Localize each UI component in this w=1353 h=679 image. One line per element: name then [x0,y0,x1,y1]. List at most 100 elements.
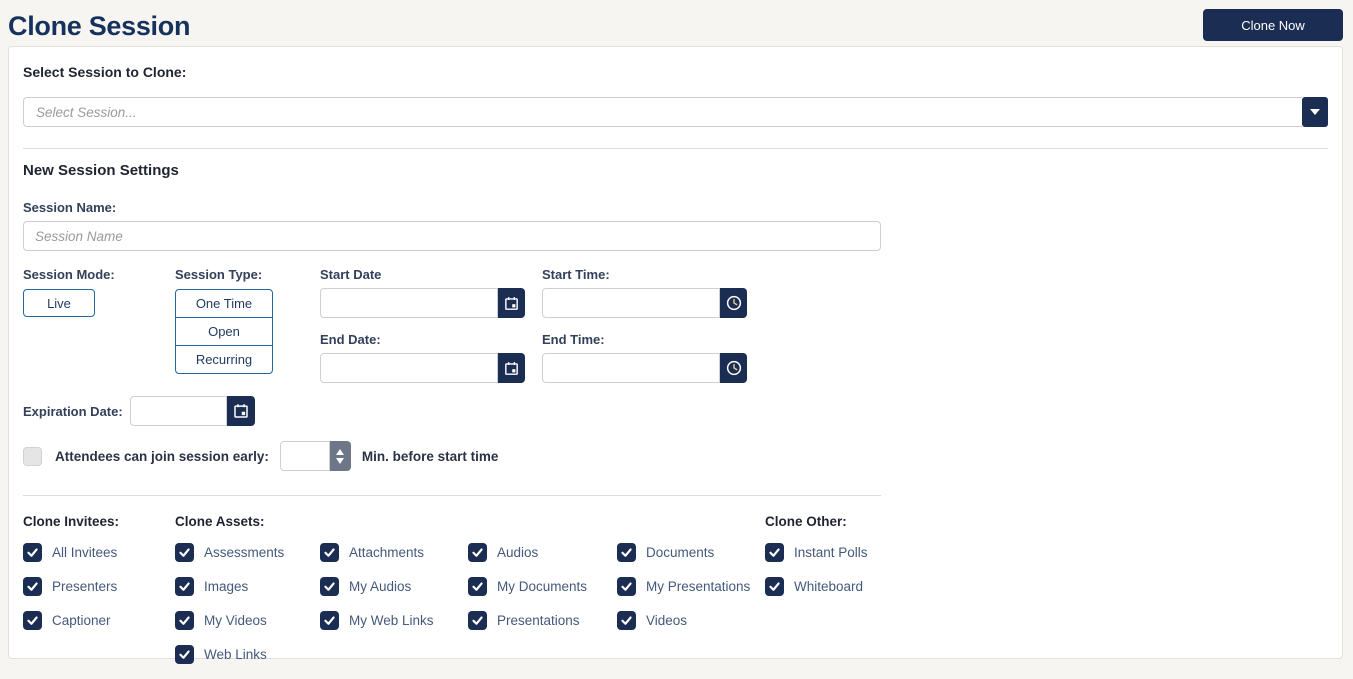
checkbox-checked-icon[interactable] [468,611,487,630]
end-time-label: End Time: [542,332,605,347]
checkbox-checked-icon[interactable] [320,543,339,562]
checkbox-checked-icon[interactable] [23,611,42,630]
clone-option[interactable]: Captioner [23,611,175,630]
end-date-input[interactable] [320,353,498,383]
clone-option-label: Presenters [52,579,118,594]
expiration-date-calendar-button[interactable] [226,396,255,426]
clone-option-label: Instant Polls [794,545,868,560]
end-date-label: End Date: [320,332,381,347]
checkbox-checked-icon[interactable] [617,543,636,562]
checkbox-checked-icon[interactable] [175,543,194,562]
end-time-clock-button[interactable] [720,353,747,383]
clone-assets-column-1: Clone Assets: Assessments Images My Vide… [175,514,320,679]
checkbox-checked-icon[interactable] [468,543,487,562]
session-select: Select Session... [23,97,1328,127]
expiration-row: Expiration Date: [23,396,1328,426]
clone-option-label: My Documents [497,579,588,594]
clone-other-column: Clone Other: Instant Polls Whiteboard [765,514,905,679]
checkbox-checked-icon[interactable] [765,543,784,562]
dates-column: Start Date End Date: [320,267,542,383]
calendar-icon [505,361,518,375]
expiration-date-input[interactable] [129,396,227,426]
start-date-input[interactable] [320,288,498,318]
session-type-label: Session Type: [175,267,263,282]
start-time-input[interactable] [542,288,720,318]
clone-option-label: Assessments [204,545,285,560]
clone-option-label: Images [204,579,249,594]
session-type-option[interactable]: One Time [175,289,273,318]
start-time-clock-button[interactable] [720,288,747,318]
clone-option[interactable]: My Presentations [617,577,765,596]
session-mode-option[interactable]: Live [23,289,95,317]
session-type-option[interactable]: Open [175,317,273,346]
clone-option[interactable]: Documents [617,543,765,562]
join-early-minutes-input[interactable] [279,441,330,471]
checkbox-checked-icon[interactable] [617,611,636,630]
clock-icon [726,295,741,311]
checkbox-checked-icon[interactable] [320,577,339,596]
clone-option[interactable]: Web Links [175,645,320,664]
times-column: Start Time: End Time: [542,267,747,383]
end-date-calendar-button[interactable] [498,353,525,383]
clone-assets-column-4: Documents My Presentations Videos [617,514,765,679]
clone-option[interactable]: Whiteboard [765,577,905,596]
clone-option[interactable]: Videos [617,611,765,630]
stepper-up-icon[interactable] [336,448,345,455]
stepper-down-icon[interactable] [336,457,345,464]
clone-option[interactable]: Assessments [175,543,320,562]
session-select-input[interactable]: Select Session... [23,97,1302,127]
clone-assets-column-2: Attachments My Audios My Web Links [320,514,468,679]
clone-option[interactable]: Images [175,577,320,596]
clone-option[interactable]: All Invitees [23,543,175,562]
join-early-checkbox[interactable] [23,446,42,466]
clone-option-label: Documents [646,545,715,560]
end-time-input[interactable] [542,353,720,383]
session-type-option[interactable]: Recurring [175,345,273,374]
clone-option[interactable]: Attachments [320,543,468,562]
divider [23,495,881,496]
session-name-input[interactable] [23,221,881,251]
select-session-label: Select Session to Clone: [23,64,187,80]
clone-option[interactable]: My Documents [468,577,617,596]
session-type-column: Session Type: One Time Open Recurring [175,267,320,383]
clone-option[interactable]: My Videos [175,611,320,630]
join-early-suffix-label: Min. before start time [361,448,499,464]
checkbox-checked-icon[interactable] [175,645,194,664]
checkbox-checked-icon[interactable] [320,611,339,630]
clone-option[interactable]: Instant Polls [765,543,905,562]
checkbox-checked-icon[interactable] [175,611,194,630]
start-date-calendar-button[interactable] [498,288,525,318]
checkbox-checked-icon[interactable] [765,577,784,596]
new-session-settings-heading: New Session Settings [23,162,179,179]
clone-option-label: Videos [646,613,688,628]
clock-icon [726,360,741,376]
chevron-down-icon [1310,109,1320,115]
checkbox-checked-icon[interactable] [617,577,636,596]
clone-option-label: Web Links [204,647,267,662]
session-name-label: Session Name: [23,200,117,215]
clone-option[interactable]: My Audios [320,577,468,596]
clone-option-label: My Presentations [646,579,751,594]
divider [23,148,1328,149]
checkbox-checked-icon[interactable] [23,543,42,562]
clone-option-label: My Videos [204,613,267,628]
session-select-dropdown-button[interactable] [1302,97,1328,127]
clone-option-label: My Web Links [349,613,434,628]
checkbox-checked-icon[interactable] [468,577,487,596]
session-mode-label: Session Mode: [23,267,115,282]
clone-now-button[interactable]: Clone Now [1203,9,1343,41]
checkbox-checked-icon[interactable] [175,577,194,596]
checkbox-checked-icon[interactable] [23,577,42,596]
start-time-label: Start Time: [542,267,610,282]
clone-option-label: Whiteboard [794,579,864,594]
clone-option[interactable]: Presentations [468,611,617,630]
clone-option[interactable]: Audios [468,543,617,562]
clone-option[interactable]: Presenters [23,577,175,596]
join-early-label: Attendees can join session early: [55,448,269,464]
join-early-row: Attendees can join session early: Min. b… [23,441,1328,471]
clone-invitees-heading: Clone Invitees: [23,514,120,529]
minutes-stepper[interactable] [329,441,351,471]
page-title: Clone Session [8,11,191,41]
clone-option-label: Captioner [52,613,111,628]
clone-option[interactable]: My Web Links [320,611,468,630]
